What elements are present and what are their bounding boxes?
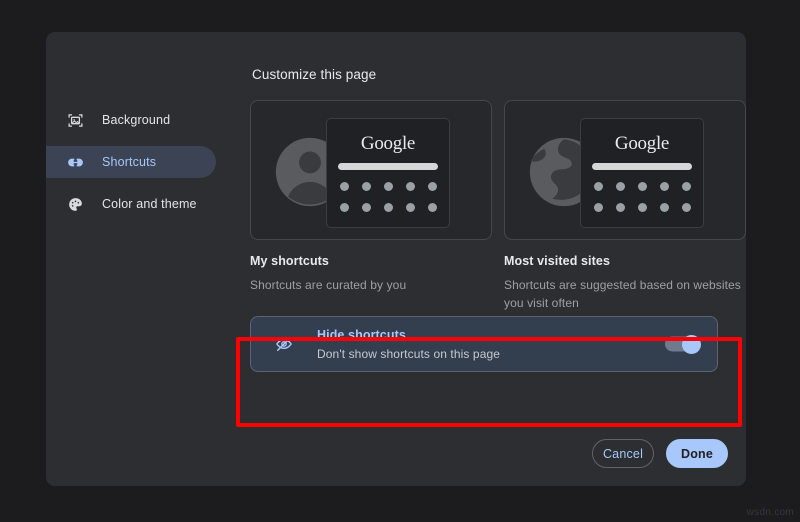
done-button[interactable]: Done	[666, 439, 728, 468]
sidebar-item-label: Shortcuts	[102, 155, 156, 169]
shortcut-dot-row	[581, 182, 703, 191]
google-logo-text: Google	[581, 133, 703, 155]
shortcut-dot	[616, 203, 625, 212]
shortcut-dot	[384, 182, 393, 191]
shortcut-dot	[406, 182, 415, 191]
sidebar-item-label: Background	[102, 113, 170, 127]
shortcut-dot	[660, 203, 669, 212]
shortcut-dot	[682, 182, 691, 191]
shortcut-dot	[660, 182, 669, 191]
option-title: Most visited sites	[504, 254, 746, 268]
shortcut-options: Google	[250, 100, 746, 312]
cancel-button[interactable]: Cancel	[592, 439, 654, 468]
option-description: Shortcuts are curated by you	[250, 276, 492, 294]
shortcut-dot	[594, 182, 603, 191]
palette-icon	[66, 195, 84, 213]
my-shortcuts-preview[interactable]: Google	[250, 100, 492, 240]
shortcut-dot-row	[581, 203, 703, 212]
shortcut-option-my-shortcuts: Google	[250, 100, 492, 312]
toggle-knob	[682, 335, 701, 354]
shortcut-dot	[428, 203, 437, 212]
shortcut-dot	[616, 182, 625, 191]
page-title: Customize this page	[252, 67, 376, 82]
option-title: My shortcuts	[250, 254, 492, 268]
customize-page-dialog: Customize this page Background	[46, 32, 746, 486]
new-tab-mock: Google	[326, 118, 450, 228]
shortcut-dot	[594, 203, 603, 212]
shortcut-dot	[638, 182, 647, 191]
shortcut-dot	[340, 203, 349, 212]
shortcut-dot	[384, 203, 393, 212]
shortcut-dot	[362, 203, 371, 212]
option-description: Shortcuts are suggested based on website…	[504, 276, 746, 312]
eye-off-icon	[273, 333, 295, 355]
shortcut-dot-row	[327, 203, 449, 212]
shortcut-dot-row	[327, 182, 449, 191]
shortcut-dot	[682, 203, 691, 212]
google-logo-text: Google	[327, 133, 449, 155]
image-frame-icon	[66, 111, 84, 129]
shortcut-dot	[362, 182, 371, 191]
link-icon	[66, 153, 84, 171]
most-visited-sites-preview[interactable]: Google	[504, 100, 746, 240]
shortcut-dot	[428, 182, 437, 191]
sidebar-item-shortcuts[interactable]: Shortcuts	[46, 146, 216, 178]
shortcut-option-most-visited-sites: Google	[504, 100, 746, 312]
search-bar-mock	[592, 163, 692, 170]
hide-shortcuts-texts: Hide shortcuts Don't show shortcuts on t…	[317, 328, 500, 361]
search-bar-mock	[338, 163, 438, 170]
hide-shortcuts-toggle[interactable]	[665, 337, 699, 352]
shortcut-dot	[406, 203, 415, 212]
hide-shortcuts-row[interactable]: Hide shortcuts Don't show shortcuts on t…	[250, 316, 718, 372]
watermark: wsdn.com	[747, 507, 794, 518]
sidebar: Background Shortcuts	[46, 104, 216, 230]
new-tab-mock: Google	[580, 118, 704, 228]
shortcut-dot	[638, 203, 647, 212]
sidebar-item-label: Color and theme	[102, 197, 197, 211]
hide-shortcuts-title: Hide shortcuts	[317, 328, 500, 342]
sidebar-item-background[interactable]: Background	[46, 104, 216, 136]
dialog-footer: Cancel Done	[592, 439, 728, 468]
hide-shortcuts-description: Don't show shortcuts on this page	[317, 347, 500, 361]
sidebar-item-color-and-theme[interactable]: Color and theme	[46, 188, 216, 220]
shortcut-dot	[340, 182, 349, 191]
